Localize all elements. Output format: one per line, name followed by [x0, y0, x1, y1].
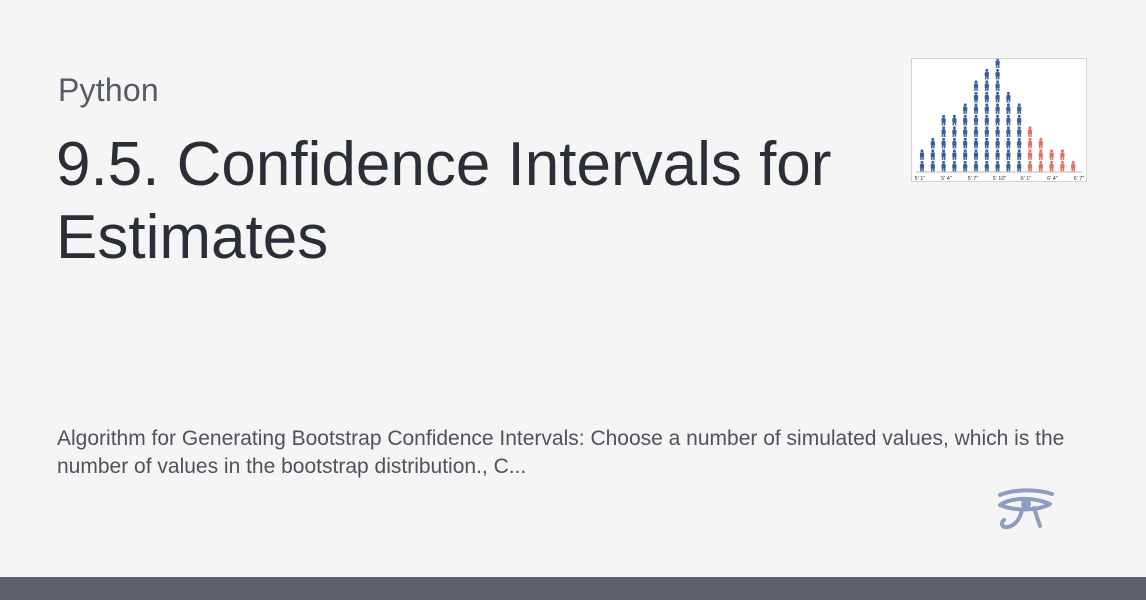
axis-tick-label: 6' 7": [1074, 176, 1085, 181]
person-figure: [984, 103, 989, 114]
person-figure: [995, 68, 1000, 80]
person-figure: [973, 80, 979, 91]
person-figure: [1006, 114, 1011, 126]
person-figure: [984, 114, 989, 126]
person-figure: [1006, 91, 1011, 103]
person-figure: [1027, 137, 1033, 149]
person-figure: [1006, 160, 1011, 172]
page-title: 9.5. Confidence Intervals for Estimates: [56, 130, 832, 272]
axis-tick-label: 5' 1": [915, 176, 926, 181]
person-figure: [919, 160, 925, 172]
person-figure: [963, 149, 968, 160]
person-figure: [952, 160, 957, 172]
person-figure: [941, 137, 946, 149]
thumbnail-image: 5' 1" 5' 4" 5' 7" 5' 10" 6' 1" 6' 4" 6' 7": [911, 58, 1087, 182]
person-figure: [984, 80, 989, 91]
person-figure: [1027, 149, 1033, 160]
person-figure: [1006, 149, 1011, 160]
person-figure: [973, 103, 979, 114]
person-figure: [995, 149, 1000, 160]
person-figure: [941, 114, 946, 126]
person-figure: [930, 160, 935, 172]
person-figure: [995, 91, 1000, 103]
person-figure: [1006, 137, 1011, 149]
person-figure: [984, 149, 989, 160]
person-figure: [1060, 149, 1065, 160]
axis-tick-label: 6' 4": [1047, 176, 1058, 181]
person-figure: [1049, 149, 1054, 160]
person-figure: [963, 137, 968, 149]
person-figure: [984, 68, 989, 80]
person-figure: [984, 91, 989, 103]
person-figure: [1038, 149, 1043, 160]
axis-tick-label: 5' 4": [941, 176, 952, 181]
person-figure: [984, 137, 989, 149]
person-figure: [1038, 137, 1043, 149]
person-figure: [995, 80, 1000, 91]
person-figure: [1017, 149, 1022, 160]
person-figure: [995, 137, 1000, 149]
person-figure: [1017, 114, 1022, 126]
person-figure: [952, 137, 957, 149]
person-figure: [995, 114, 1000, 126]
person-figure: [1049, 160, 1054, 172]
person-figure: [1027, 126, 1033, 137]
person-figure: [995, 59, 1000, 68]
person-figure: [963, 114, 968, 126]
person-figure: [973, 137, 979, 149]
person-figure: [1017, 160, 1022, 172]
person-figure: [1038, 160, 1043, 172]
axis-tick-label: 5' 7": [968, 176, 979, 181]
person-figure: [995, 103, 1000, 114]
person-figure: [984, 126, 989, 137]
person-figure: [963, 126, 968, 137]
person-figure: [952, 114, 957, 126]
person-figure: [1017, 126, 1022, 137]
person-figure: [919, 149, 925, 160]
person-figure: [984, 160, 989, 172]
person-figure: [941, 149, 946, 160]
person-figure: [952, 149, 957, 160]
footer-bar: [0, 577, 1146, 600]
person-figure: [973, 91, 979, 103]
person-figure: [952, 126, 957, 137]
person-figure: [973, 149, 979, 160]
person-figure: [1006, 103, 1011, 114]
person-figure: [963, 160, 968, 172]
eye-of-horus-icon: [994, 486, 1058, 534]
person-figure: [995, 126, 1000, 137]
person-figure: [973, 114, 979, 126]
person-figure: [995, 160, 1000, 172]
person-figure: [941, 160, 946, 172]
person-figure: [973, 126, 979, 137]
axis-tick-label: 6' 1": [1021, 176, 1032, 181]
person-figure: [963, 103, 968, 114]
height-distribution-pictogram: 5' 1" 5' 4" 5' 7" 5' 10" 6' 1" 6' 4" 6' 7": [915, 59, 1085, 181]
person-figure: [1017, 103, 1022, 114]
person-figure: [1060, 160, 1065, 172]
person-figure: [1006, 126, 1011, 137]
person-figure: [1017, 137, 1022, 149]
person-figure: [1027, 160, 1033, 172]
person-figure: [930, 137, 935, 149]
category-label: Python: [58, 72, 159, 108]
page-description: Algorithm for Generating Bootstrap Confi…: [57, 427, 1065, 478]
person-figure: [941, 126, 946, 137]
axis-tick-label: 5' 10": [993, 176, 1007, 181]
person-figure: [1071, 160, 1076, 172]
person-figure: [973, 160, 979, 172]
person-figure: [930, 149, 935, 160]
